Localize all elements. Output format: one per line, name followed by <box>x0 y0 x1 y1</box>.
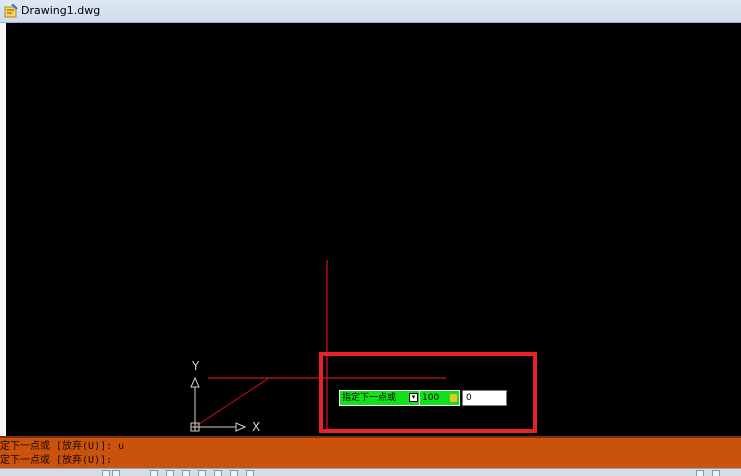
ducs-toggle-button[interactable] <box>214 470 222 476</box>
grid-toggle-button[interactable] <box>112 470 120 476</box>
status-bar <box>0 468 741 476</box>
window-title: Drawing1.dwg <box>21 4 101 17</box>
snap-toggle-button[interactable] <box>102 470 110 476</box>
polar-toggle-button[interactable] <box>166 470 174 476</box>
otrack-toggle-button[interactable] <box>198 470 206 476</box>
drawing-canvas[interactable]: Y X 指定下一点或 ▾ 100 0 <box>6 23 741 436</box>
drawing-file-icon <box>4 4 18 18</box>
model-view-button[interactable] <box>712 470 720 476</box>
ucs-y-arrow-icon <box>190 376 200 388</box>
dyn-toggle-button[interactable] <box>230 470 238 476</box>
layout-view-button[interactable] <box>696 470 704 476</box>
command-line-area[interactable]: 定下一点或 [放弃(U)]: u 定下一点或 [放弃(U)]: <box>0 436 741 468</box>
ucs-x-arrow-icon <box>235 422 247 432</box>
ucs-y-label: Y <box>192 359 200 373</box>
command-history-line-1: 定下一点或 [放弃(U)]: u <box>0 441 125 452</box>
ortho-toggle-button[interactable] <box>150 470 158 476</box>
command-history-line-2: 定下一点或 [放弃(U)]: <box>0 455 113 466</box>
ucs-x-label: X <box>252 420 261 434</box>
title-bar: Drawing1.dwg <box>0 0 741 23</box>
lineweight-toggle-button[interactable] <box>246 470 254 476</box>
highlight-annotation-box <box>319 352 537 433</box>
osnap-toggle-button[interactable] <box>182 470 190 476</box>
rubber-band-line <box>195 377 270 427</box>
